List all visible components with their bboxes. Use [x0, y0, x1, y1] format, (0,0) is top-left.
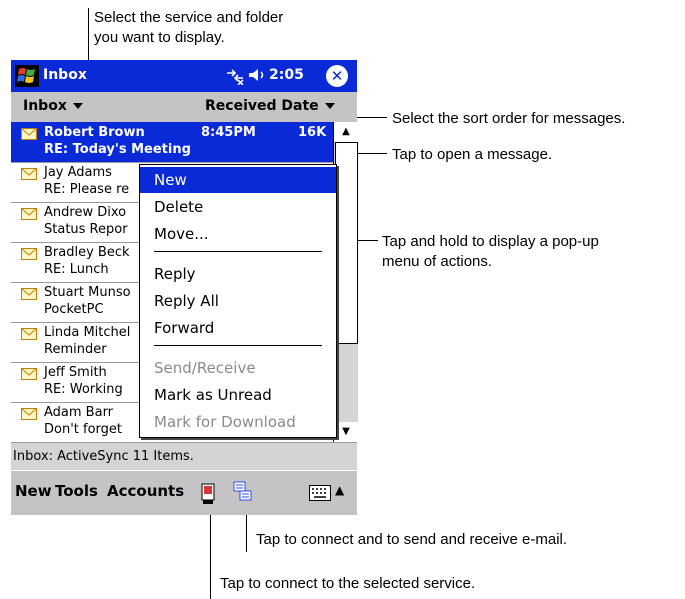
message-subject: Reminder: [44, 342, 107, 357]
message-subject: Don't forget: [44, 422, 122, 437]
popup-menu: New Delete Move... Reply Reply All Forwa…: [139, 164, 337, 438]
envelope-icon: [21, 208, 37, 220]
callout-hold-line1: Tap and hold to display a pop-up: [382, 233, 599, 250]
title-bar: Inbox 2:05 ✕: [11, 60, 357, 92]
keyboard-icon[interactable]: [309, 485, 331, 501]
message-sender: Jeff Smith: [44, 365, 107, 380]
envelope-icon: [21, 128, 37, 140]
menu-item-forward[interactable]: Forward: [140, 315, 336, 341]
menu-item-reply-all[interactable]: Reply All: [140, 288, 336, 314]
menu-item-delete[interactable]: Delete: [140, 194, 336, 220]
menu-item-mark-unread[interactable]: Mark as Unread: [140, 382, 336, 408]
message-sender: Adam Barr: [44, 405, 114, 420]
message-sender: Bradley Beck: [44, 245, 130, 260]
message-sender: Robert Brown: [44, 125, 145, 140]
leader-send-receive: [246, 514, 247, 552]
menu-item-new[interactable]: New: [140, 167, 336, 193]
folder-label: Inbox: [23, 98, 67, 114]
envelope-icon: [21, 408, 37, 420]
message-time: 8:45PM: [201, 125, 256, 140]
folder-dropdown[interactable]: Inbox: [23, 98, 83, 114]
input-panel-chevron-up-icon[interactable]: ▲: [335, 483, 344, 497]
callout-send-receive: Tap to connect and to send and receive e…: [256, 531, 568, 548]
message-subject: RE: Please re: [44, 182, 130, 197]
scroll-thumb[interactable]: [335, 142, 358, 344]
callout-folder-line2: you want to display.: [94, 29, 225, 46]
start-menu-icon[interactable]: [15, 65, 39, 87]
chevron-down-icon: [72, 103, 83, 109]
callout-folder-line1: Select the service and folder: [94, 9, 284, 26]
menu-separator: [154, 251, 322, 252]
menu-item-reply[interactable]: Reply: [140, 261, 336, 287]
menu-separator: [154, 345, 322, 346]
message-sender: Stuart Munso: [44, 285, 131, 300]
connectivity-icon[interactable]: [225, 67, 245, 85]
message-subject: Status Repor: [44, 222, 128, 237]
app-title: Inbox: [43, 67, 87, 83]
callout-sort: Select the sort order for messages.: [392, 110, 626, 127]
envelope-icon: [21, 328, 37, 340]
status-bar: Inbox: ActiveSync 11 Items.: [11, 442, 357, 470]
callout-open: Tap to open a message.: [392, 146, 553, 163]
leader-connect: [210, 514, 211, 599]
menu-item-send-receive: Send/Receive: [154, 359, 256, 377]
message-subject: RE: Lunch: [44, 262, 109, 277]
message-subject: PocketPC: [44, 302, 104, 317]
envelope-icon: [21, 368, 37, 380]
sort-dropdown[interactable]: Received Date: [205, 98, 335, 114]
scroll-up-icon[interactable]: ▲: [334, 122, 358, 142]
message-size: 16K: [298, 125, 327, 140]
command-bar: New Tools Accounts ▲: [11, 470, 357, 515]
callout-connect: Tap to connect to the selected service.: [220, 575, 476, 592]
send-receive-icon[interactable]: [233, 481, 253, 503]
message-row[interactable]: Robert Brown 8:45PM 16K RE: Today's Meet…: [11, 122, 333, 163]
message-sender: Linda Mitchel: [44, 325, 131, 340]
scroll-down-icon[interactable]: ▼: [334, 422, 358, 442]
sort-bar: Inbox Received Date: [11, 92, 357, 122]
connect-service-icon[interactable]: [200, 483, 218, 505]
envelope-icon: [21, 288, 37, 300]
callout-hold-line2: menu of actions.: [382, 253, 493, 270]
clock[interactable]: 2:05: [269, 67, 304, 83]
menu-item-move[interactable]: Move...: [140, 221, 336, 247]
speaker-icon[interactable]: [247, 66, 267, 84]
tools-menu-button[interactable]: Tools: [55, 482, 98, 500]
message-sender: Andrew Dixo: [44, 205, 127, 220]
sort-label: Received Date: [205, 98, 319, 114]
new-menu-button[interactable]: New: [15, 482, 52, 500]
message-sender: Jay Adams: [44, 165, 112, 180]
close-icon[interactable]: ✕: [326, 65, 348, 87]
envelope-icon: [21, 248, 37, 260]
message-subject: RE: Today's Meeting: [44, 142, 191, 157]
menu-item-mark-download: Mark for Download: [154, 413, 296, 431]
chevron-down-icon: [324, 103, 335, 109]
pocketpc-screen: Inbox 2:05 ✕ Inbox Received Date Robert …: [11, 60, 358, 515]
accounts-menu-button[interactable]: Accounts: [107, 482, 184, 500]
envelope-icon: [21, 168, 37, 180]
message-subject: RE: Working: [44, 382, 123, 397]
